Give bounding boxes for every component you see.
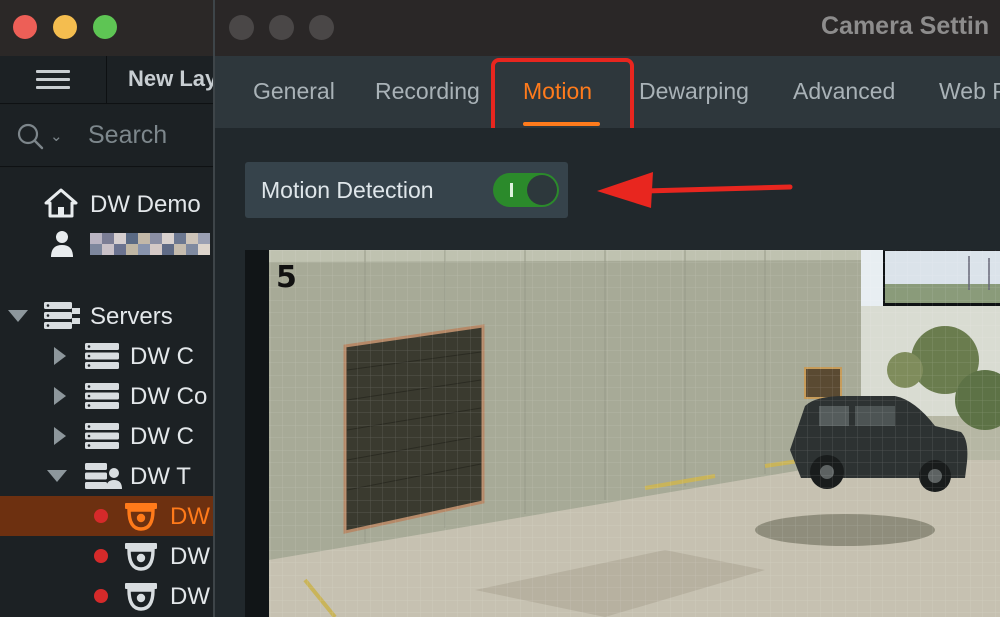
- chevron-right-icon[interactable]: [54, 347, 66, 365]
- motion-detection-label: Motion Detection: [261, 177, 434, 203]
- user-icon: [51, 231, 73, 257]
- camera-icon: [125, 503, 157, 531]
- tree-server-item[interactable]: DW C: [0, 336, 214, 376]
- tree-server-item[interactable]: DW C: [0, 416, 214, 456]
- resource-tree: DW Demo Servers DW C DW Co DW C DW T DW …: [0, 168, 214, 617]
- layout-bar: New Lay: [0, 56, 217, 104]
- tree-server-label: DW C: [130, 343, 194, 370]
- chevron-right-icon[interactable]: [54, 387, 66, 405]
- home-icon: [44, 188, 78, 218]
- server-icon: [85, 423, 119, 449]
- server-icon: [85, 383, 119, 409]
- tree-site[interactable]: DW Demo: [0, 184, 214, 224]
- server-icon: [85, 343, 119, 369]
- chevron-right-icon[interactable]: [54, 427, 66, 445]
- close-window-button[interactable]: [13, 15, 37, 39]
- annotation-arrow-icon: [597, 172, 793, 208]
- camera-settings-dialog: Camera Settin General Recording Motion D…: [213, 0, 1000, 617]
- tree-server-label: DW C: [130, 423, 194, 450]
- tree-camera-label: DW: [170, 543, 210, 570]
- camera-icon: [125, 543, 157, 571]
- camera-icon: [125, 583, 157, 611]
- tree-server-label: DW T: [130, 463, 191, 490]
- tree-user[interactable]: [0, 224, 214, 264]
- minimize-window-button[interactable]: [53, 15, 77, 39]
- zoom-dialog-button[interactable]: [309, 15, 334, 40]
- tree-camera-label: DW: [170, 503, 210, 530]
- tab-recording[interactable]: Recording: [375, 78, 480, 105]
- toggle-on-icon: [510, 183, 513, 197]
- tab-advanced[interactable]: Advanced: [793, 78, 895, 105]
- menu-icon[interactable]: [36, 70, 70, 90]
- tab-general[interactable]: General: [253, 78, 335, 105]
- motion-detection-toggle[interactable]: [493, 173, 559, 207]
- chevron-down-icon[interactable]: [47, 470, 67, 482]
- dialog-titlebar: Camera Settin: [215, 0, 1000, 56]
- recording-dot-icon: [94, 589, 108, 603]
- tree-server-item-expanded[interactable]: DW T: [0, 456, 214, 496]
- tree-camera-item[interactable]: DW: [0, 576, 214, 616]
- tree-server-item[interactable]: DW Co: [0, 376, 214, 416]
- recording-dot-icon: [94, 549, 108, 563]
- camera-number-label: 5: [276, 260, 297, 295]
- camera-feed-image: [245, 250, 1000, 617]
- zoom-window-button[interactable]: [93, 15, 117, 39]
- motion-settings-panel: Motion Detection 5: [215, 128, 1000, 617]
- tree-site-label: DW Demo: [90, 191, 201, 218]
- chevron-down-icon[interactable]: ⌄: [50, 127, 63, 145]
- minimize-dialog-button[interactable]: [269, 15, 294, 40]
- search-bar[interactable]: ⌄ Search: [0, 105, 214, 167]
- chevron-down-icon[interactable]: [8, 310, 28, 322]
- tree-server-label: DW Co: [130, 383, 208, 410]
- servers-icon: [44, 302, 80, 329]
- divider: [106, 56, 107, 104]
- close-dialog-button[interactable]: [229, 15, 254, 40]
- tree-camera-item-selected[interactable]: DW: [0, 496, 214, 536]
- camera-motion-grid-view[interactable]: 5: [245, 250, 1000, 617]
- dialog-title: Camera Settin: [821, 12, 990, 40]
- tab-dewarping[interactable]: Dewarping: [639, 78, 749, 105]
- search-icon[interactable]: [16, 122, 44, 150]
- redacted-username: [90, 233, 210, 255]
- tree-servers[interactable]: Servers: [0, 296, 214, 336]
- tree-camera-item[interactable]: DW: [0, 536, 214, 576]
- tree-servers-label: Servers: [90, 303, 173, 330]
- recording-dot-icon: [94, 509, 108, 523]
- search-input[interactable]: Search: [88, 121, 167, 150]
- tree-camera-label: DW: [170, 583, 210, 610]
- toggle-knob[interactable]: [527, 175, 557, 205]
- layout-tab[interactable]: New Lay: [128, 66, 217, 92]
- tab-web-page[interactable]: Web P: [939, 78, 1000, 105]
- motion-detection-row: Motion Detection: [245, 162, 568, 218]
- server-user-icon: [85, 463, 122, 489]
